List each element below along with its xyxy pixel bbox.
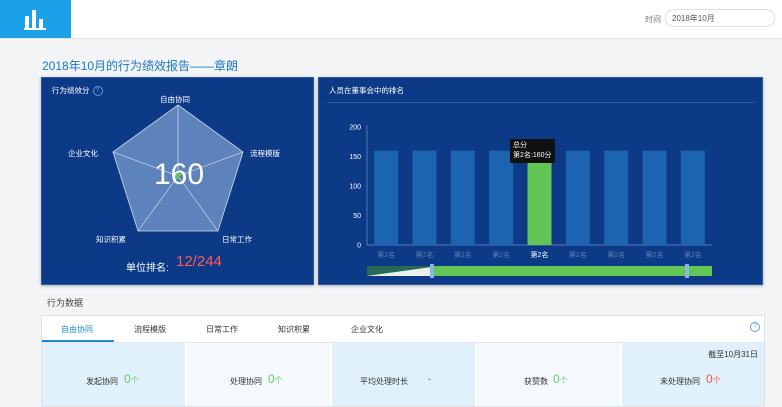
- top-bar: 时间 2018年10月: [0, 0, 782, 39]
- stat-number: 0: [706, 372, 713, 386]
- bar: [680, 150, 705, 245]
- ranking-bar-chart: 0 50 100 150 200 第2名 第2名 第2名 第2名 第2名 第2名 第2名 第2名 第2名: [349, 125, 712, 278]
- x-tick-label: 第2名: [531, 250, 549, 259]
- bar: [489, 150, 514, 245]
- stat-label: 未处理协同: [660, 377, 700, 386]
- stat-unit: 个: [130, 376, 139, 385]
- behavior-data-panel: 自由协同 流程模版 日常工作 知识积累 企业文化 ? 发起协同 0个 处理协同 …: [41, 315, 765, 407]
- tab-culture[interactable]: 企业文化: [351, 324, 383, 335]
- stat-label: 发起协同: [86, 377, 118, 386]
- zoom-handle-left: [430, 264, 434, 278]
- bar: [374, 150, 399, 245]
- y-tick-label: 50: [353, 213, 361, 220]
- tooltip-value: 第2名:160分: [513, 152, 552, 159]
- page-title: 2018年10月的行为绩效报告——章朗: [42, 59, 239, 73]
- stat-card: 截至10月31日 未处理协同 0个: [622, 343, 764, 406]
- active-tab-indicator: [42, 340, 114, 342]
- rank-value: 12/244: [176, 253, 222, 270]
- performance-score-panel: 行为绩效分? 自由协同 流程模版 日常工作 知识积累 企业文化 160 单位排名…: [41, 77, 314, 285]
- tab-bar: 自由协同 流程模版 日常工作 知识积累 企业文化 ?: [42, 316, 764, 343]
- y-tick-label: 100: [349, 184, 361, 191]
- tab-process-template[interactable]: 流程模版: [134, 324, 166, 335]
- help-icon[interactable]: ?: [750, 322, 760, 332]
- zoom-slider-range: [432, 266, 712, 276]
- y-tick-label: 0: [357, 243, 361, 250]
- radar-axis-label: 自由协同: [160, 95, 190, 104]
- radar-axis-label: 日常工作: [222, 235, 252, 244]
- bar: [604, 150, 629, 245]
- stat-card: 获赞数 0个: [477, 343, 620, 406]
- stat-label: 处理协同: [230, 377, 262, 386]
- radar-axis-label: 流程模版: [250, 149, 280, 158]
- stat-label: 获赞数: [524, 377, 548, 386]
- chart-tooltip: 总分 第2名:160分: [510, 139, 555, 163]
- tab-daily-work[interactable]: 日常工作: [206, 324, 238, 335]
- stat-label: 平均处理时长: [360, 377, 408, 386]
- tooltip-title: 总分: [513, 142, 527, 149]
- stat-unit: 个: [712, 376, 721, 385]
- stat-value: 0个: [268, 372, 283, 386]
- x-tick-label: 第2名: [492, 250, 510, 259]
- radar-axis-label: 知识积累: [96, 235, 126, 244]
- total-score: 160: [154, 158, 205, 191]
- stat-number: 0: [553, 372, 560, 386]
- app-logo[interactable]: [0, 0, 71, 38]
- stat-value: -: [428, 374, 431, 384]
- x-tick-label: 第2名: [607, 250, 625, 259]
- stat-unit: 个: [559, 376, 568, 385]
- stat-card: 处理协同 0个: [187, 343, 330, 406]
- rank-label: 单位排名:: [126, 263, 169, 274]
- stat-value: 0个: [553, 372, 568, 386]
- x-tick-label: 第2名: [377, 250, 395, 259]
- tab-knowledge[interactable]: 知识积累: [278, 324, 310, 335]
- stat-number: 0: [268, 372, 275, 386]
- stat-value: 0个: [706, 372, 721, 386]
- y-tick-label: 150: [349, 154, 361, 161]
- deadline-text: 截至10月31日: [708, 350, 758, 359]
- radar-axis-label: 企业文化: [68, 149, 98, 158]
- section-heading: 行为数据: [47, 298, 84, 308]
- x-tick-label: 第2名: [684, 250, 702, 259]
- x-tick-label: 第2名: [646, 250, 664, 259]
- y-tick-label: 200: [349, 125, 361, 132]
- stat-card: 平均处理时长 -: [332, 343, 475, 406]
- time-label: 时间: [645, 15, 661, 24]
- stat-value: 0个: [124, 372, 139, 386]
- bar: [565, 150, 590, 245]
- x-tick-label: 第2名: [454, 250, 472, 259]
- month-picker[interactable]: 2018年10月: [665, 9, 775, 27]
- x-tick-label: 第2名: [569, 250, 587, 259]
- stat-card: 发起协同 0个: [42, 343, 185, 406]
- bar: [527, 150, 552, 245]
- bar: [450, 150, 475, 245]
- x-tick-label: 第2名: [416, 250, 434, 259]
- zoom-handle-right: [685, 264, 689, 278]
- stat-number: 0: [124, 372, 131, 386]
- stat-unit: 个: [274, 376, 283, 385]
- bar: [642, 150, 667, 245]
- tab-collaboration[interactable]: 自由协同: [61, 324, 93, 335]
- bar-chart-icon: [24, 10, 46, 30]
- board-ranking-panel: 人员在董事会中的排名 0 50 100 150 200 第2名 第2名 第2名 第2名 第2名 第2…: [318, 77, 763, 285]
- bar: [412, 150, 437, 245]
